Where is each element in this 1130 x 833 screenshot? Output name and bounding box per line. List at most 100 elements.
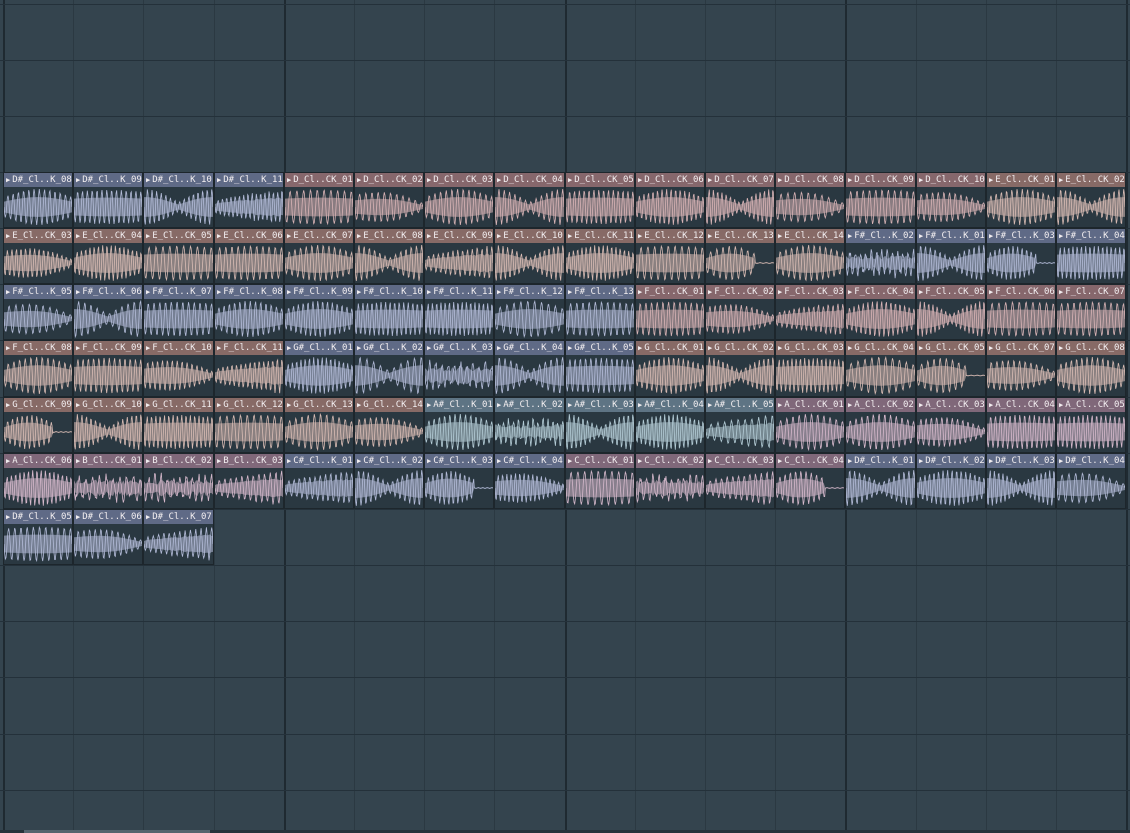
audio-clip[interactable]: ▶ E_Cl..CK_10 <box>494 228 565 284</box>
clip-menu-icon[interactable]: ▶ <box>76 285 80 299</box>
clip-menu-icon[interactable]: ▶ <box>568 454 572 468</box>
audio-clip[interactable]: ▶ C#_Cl..K_03 <box>424 453 494 509</box>
clip-menu-icon[interactable]: ▶ <box>848 341 852 355</box>
clip-menu-icon[interactable]: ▶ <box>287 229 291 243</box>
audio-clip[interactable]: ▶ C_Cl..CK_03 <box>705 453 775 509</box>
clip-menu-icon[interactable]: ▶ <box>778 398 782 412</box>
clip-menu-icon[interactable]: ▶ <box>427 398 431 412</box>
clip-menu-icon[interactable]: ▶ <box>638 285 642 299</box>
clip-menu-icon[interactable]: ▶ <box>287 454 291 468</box>
clip-header[interactable]: ▶ D_Cl..CK_07 <box>706 173 774 187</box>
audio-clip[interactable]: ▶ C_Cl..CK_01 <box>565 453 635 509</box>
audio-clip[interactable]: ▶ E_Cl..CK_07 <box>284 228 354 284</box>
clip-menu-icon[interactable]: ▶ <box>989 285 993 299</box>
clip-menu-icon[interactable]: ▶ <box>708 173 712 187</box>
audio-clip[interactable]: ▶ G_Cl..CK_07 <box>986 340 1056 397</box>
audio-clip[interactable]: ▶ D#_Cl..K_11 <box>214 172 284 228</box>
clip-header[interactable]: ▶ G_Cl..CK_05 <box>917 341 985 355</box>
audio-clip[interactable]: ▶ A_Cl..CK_05 <box>1056 397 1126 453</box>
clip-header[interactable]: ▶ A_Cl..CK_01 <box>776 398 844 412</box>
clip-menu-icon[interactable]: ▶ <box>848 398 852 412</box>
audio-clip[interactable]: ▶ D_Cl..CK_05 <box>565 172 635 228</box>
clip-menu-icon[interactable]: ▶ <box>638 173 642 187</box>
clip-menu-icon[interactable]: ▶ <box>1059 173 1063 187</box>
audio-clip[interactable]: ▶ A_Cl..CK_01 <box>775 397 845 453</box>
clip-header[interactable]: ▶ F_Cl..CK_03 <box>776 285 844 299</box>
clip-menu-icon[interactable]: ▶ <box>919 454 923 468</box>
clip-menu-icon[interactable]: ▶ <box>217 285 221 299</box>
clip-menu-icon[interactable]: ▶ <box>848 229 852 243</box>
clip-header[interactable]: ▶ G_Cl..CK_10 <box>74 398 142 412</box>
audio-clip[interactable]: ▶ F_Cl..CK_10 <box>143 340 214 397</box>
clip-menu-icon[interactable]: ▶ <box>778 454 782 468</box>
clip-menu-icon[interactable]: ▶ <box>497 173 501 187</box>
audio-clip[interactable]: ▶ D#_Cl..K_07 <box>143 509 214 565</box>
audio-clip[interactable]: ▶ C#_Cl..K_04 <box>494 453 565 509</box>
clip-menu-icon[interactable]: ▶ <box>919 398 923 412</box>
clip-header[interactable]: ▶ E_Cl..CK_02 <box>1057 173 1125 187</box>
audio-clip[interactable]: ▶ D_Cl..CK_10 <box>916 172 986 228</box>
audio-clip[interactable]: ▶ A#_Cl..K_04 <box>635 397 705 453</box>
clip-header[interactable]: ▶ C_Cl..CK_04 <box>776 454 844 468</box>
clip-header[interactable]: ▶ C#_Cl..K_02 <box>355 454 423 468</box>
clip-menu-icon[interactable]: ▶ <box>76 398 80 412</box>
clip-menu-icon[interactable]: ▶ <box>146 285 150 299</box>
audio-clip[interactable]: ▶ G_Cl..CK_05 <box>916 340 986 397</box>
clip-header[interactable]: ▶ F_Cl..CK_06 <box>987 285 1055 299</box>
clip-menu-icon[interactable]: ▶ <box>989 398 993 412</box>
clip-header[interactable]: ▶ F#_Cl..K_04 <box>1057 229 1125 243</box>
audio-clip[interactable]: ▶ G_Cl..CK_11 <box>143 397 214 453</box>
clip-menu-icon[interactable]: ▶ <box>357 398 361 412</box>
clip-menu-icon[interactable]: ▶ <box>638 454 642 468</box>
audio-clip[interactable]: ▶ F_Cl..CK_09 <box>73 340 143 397</box>
clip-menu-icon[interactable]: ▶ <box>919 229 923 243</box>
audio-clip[interactable]: ▶ E_Cl..CK_03 <box>3 228 73 284</box>
clip-menu-icon[interactable]: ▶ <box>76 229 80 243</box>
clip-menu-icon[interactable]: ▶ <box>1059 229 1063 243</box>
clip-header[interactable]: ▶ F#_Cl..K_01 <box>917 229 985 243</box>
clip-header[interactable]: ▶ A#_Cl..K_01 <box>425 398 493 412</box>
clip-header[interactable]: ▶ F#_Cl..K_06 <box>74 285 142 299</box>
clip-header[interactable]: ▶ E_Cl..CK_10 <box>495 229 564 243</box>
audio-clip[interactable]: ▶ G#_Cl..K_05 <box>565 340 635 397</box>
audio-clip[interactable]: ▶ B_Cl..CK_03 <box>214 453 284 509</box>
audio-clip[interactable]: ▶ G_Cl..CK_13 <box>284 397 354 453</box>
clip-header[interactable]: ▶ D#_Cl..K_07 <box>144 510 213 524</box>
clip-menu-icon[interactable]: ▶ <box>497 341 501 355</box>
clip-header[interactable]: ▶ D_Cl..CK_05 <box>566 173 634 187</box>
clip-menu-icon[interactable]: ▶ <box>287 285 291 299</box>
clip-header[interactable]: ▶ A#_Cl..K_05 <box>706 398 774 412</box>
clip-menu-icon[interactable]: ▶ <box>989 173 993 187</box>
clip-header[interactable]: ▶ D_Cl..CK_06 <box>636 173 704 187</box>
audio-clip[interactable]: ▶ E_Cl..CK_06 <box>214 228 284 284</box>
clip-header[interactable]: ▶ F#_Cl..K_02 <box>846 229 915 243</box>
clip-header[interactable]: ▶ F#_Cl..K_11 <box>425 285 493 299</box>
audio-clip[interactable]: ▶ D#_Cl..K_09 <box>73 172 143 228</box>
audio-clip[interactable]: ▶ F#_Cl..K_06 <box>73 284 143 340</box>
audio-clip[interactable]: ▶ F#_Cl..K_08 <box>214 284 284 340</box>
clip-header[interactable]: ▶ E_Cl..CK_08 <box>355 229 423 243</box>
clip-menu-icon[interactable]: ▶ <box>146 454 150 468</box>
audio-clip[interactable]: ▶ F_Cl..CK_11 <box>214 340 284 397</box>
clip-menu-icon[interactable]: ▶ <box>146 510 150 524</box>
clip-header[interactable]: ▶ D#_Cl..K_02 <box>917 454 985 468</box>
clip-header[interactable]: ▶ F#_Cl..K_07 <box>144 285 213 299</box>
clip-menu-icon[interactable]: ▶ <box>708 229 712 243</box>
clip-menu-icon[interactable]: ▶ <box>6 510 10 524</box>
audio-clip[interactable]: ▶ G#_Cl..K_01 <box>284 340 354 397</box>
clip-header[interactable]: ▶ A_Cl..CK_06 <box>4 454 72 468</box>
clip-menu-icon[interactable]: ▶ <box>1059 285 1063 299</box>
audio-clip[interactable]: ▶ E_Cl..CK_12 <box>635 228 705 284</box>
clip-menu-icon[interactable]: ▶ <box>708 398 712 412</box>
clip-header[interactable]: ▶ B_Cl..CK_01 <box>74 454 142 468</box>
clip-menu-icon[interactable]: ▶ <box>919 173 923 187</box>
audio-clip[interactable]: ▶ G_Cl..CK_12 <box>214 397 284 453</box>
audio-clip[interactable]: ▶ D#_Cl..K_03 <box>986 453 1056 509</box>
audio-clip[interactable]: ▶ E_Cl..CK_01 <box>986 172 1056 228</box>
audio-clip[interactable]: ▶ C_Cl..CK_02 <box>635 453 705 509</box>
audio-clip[interactable]: ▶ G_Cl..CK_08 <box>1056 340 1126 397</box>
clip-menu-icon[interactable]: ▶ <box>146 173 150 187</box>
clip-header[interactable]: ▶ D#_Cl..K_06 <box>74 510 142 524</box>
clip-menu-icon[interactable]: ▶ <box>357 229 361 243</box>
clip-header[interactable]: ▶ D#_Cl..K_04 <box>1057 454 1125 468</box>
